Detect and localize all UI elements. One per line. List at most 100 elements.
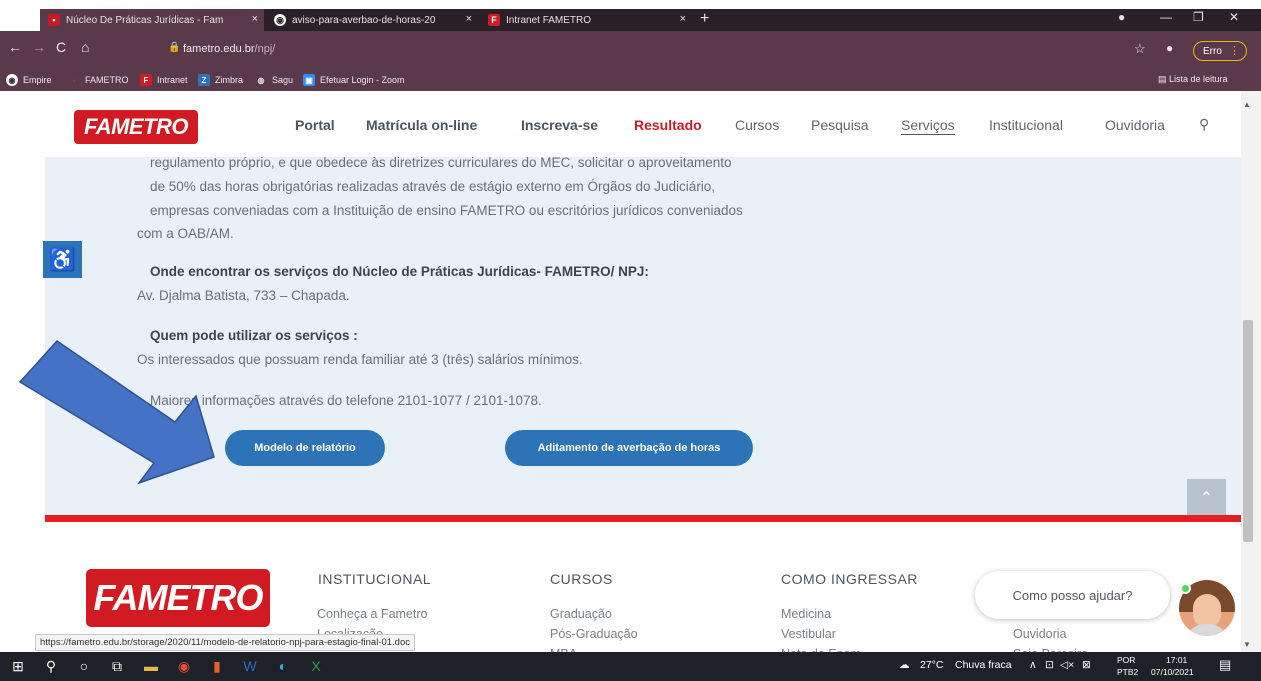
profile-error-badge[interactable]: Erro ⋮	[1193, 41, 1247, 61]
tab-label: Intranet FAMETRO	[506, 14, 592, 26]
weather-condition[interactable]: Chuva fraca	[955, 659, 1012, 671]
address-bar[interactable]: fametro.edu.br/npj/	[183, 43, 275, 55]
clock-time[interactable]: 17:01	[1166, 655, 1187, 665]
nav-inscreva-se[interactable]: Inscreva-se	[521, 117, 598, 133]
tab-close-icon[interactable]: ×	[252, 13, 258, 25]
language-code[interactable]: POR	[1117, 655, 1135, 665]
footer-link[interactable]: Ouvidoria	[1013, 627, 1067, 641]
where-title: Onde encontrar os serviços do Núcleo de …	[150, 261, 649, 282]
minimize-button[interactable]: —	[1160, 10, 1172, 24]
tab-close-icon[interactable]: ×	[466, 13, 472, 25]
keyboard-layout[interactable]: PTB2	[1117, 667, 1138, 677]
tab-npj[interactable]: ▪ Núcleo De Práticas Jurídicas - Fam ×	[40, 9, 264, 31]
report-template-button[interactable]: Modelo de relatório	[225, 430, 385, 466]
nav-institucional[interactable]: Institucional	[989, 117, 1063, 133]
tab-intranet[interactable]: F Intranet FAMETRO ×	[480, 9, 692, 31]
reload-icon[interactable]: C	[56, 39, 66, 55]
chevron-up-icon: ⌃	[1199, 489, 1214, 507]
notifications-icon[interactable]: ▤	[1219, 657, 1231, 673]
windows-start-icon[interactable]: ⊞	[7, 655, 29, 677]
tray-chevron-up-icon[interactable]: ∧	[1029, 659, 1037, 671]
file-explorer-icon[interactable]: ▬	[140, 655, 162, 677]
profile-dropdown-icon[interactable]: ●	[1118, 10, 1125, 24]
home-icon[interactable]: ⌂	[81, 39, 89, 55]
where-title-text: Onde encontrar os serviços do Núcleo de …	[150, 264, 649, 279]
scroll-up-arrow-icon[interactable]: ▲	[1243, 100, 1251, 109]
temperature[interactable]: 27°C	[920, 659, 943, 671]
footer-link[interactable]: Pós-Graduação	[550, 627, 638, 641]
nav-servicos[interactable]: Serviços	[901, 117, 955, 135]
forward-arrow-icon[interactable]: →	[32, 39, 46, 55]
intranet-favicon-icon: F	[140, 74, 152, 86]
word-icon[interactable]: W	[239, 655, 261, 677]
tab-label: Núcleo De Práticas Jurídicas - Fam	[66, 14, 224, 26]
cortana-icon[interactable]: ○	[73, 655, 95, 677]
nav-cursos[interactable]: Cursos	[735, 117, 779, 133]
online-status-dot	[1180, 583, 1191, 594]
avatar-shirt	[1185, 624, 1229, 636]
bookmark-fametro[interactable]: ▪ FAMETRO	[68, 74, 129, 86]
paragraph-line: com a OAB/AM.	[137, 226, 234, 241]
nav-pesquisa[interactable]: Pesquisa	[811, 117, 869, 133]
bookmark-zimbra[interactable]: Z Zimbra	[198, 74, 243, 86]
tab-label: aviso-para-averbao-de-horas-20	[292, 14, 436, 26]
bookmark-zoom[interactable]: ▣ Efetuar Login - Zoom	[303, 74, 405, 86]
bookmark-label: Empire	[23, 75, 52, 85]
footer-logo[interactable]: FAMETRO	[86, 569, 270, 627]
chat-prompt-bubble[interactable]: Como posso ajudar?	[975, 571, 1170, 619]
site-logo[interactable]: FAMETRO	[74, 110, 198, 144]
network-icon[interactable]: ⊡	[1045, 659, 1054, 671]
footer-divider	[45, 515, 1241, 522]
footer-heading-institucional: INSTITUCIONAL	[318, 571, 432, 587]
bookmark-empire[interactable]: ◉ Empire	[6, 74, 52, 86]
ime-icon[interactable]: ⊠	[1082, 659, 1091, 671]
hours-addendum-button[interactable]: Aditamento de averbação de horas	[505, 430, 753, 466]
bookmark-intranet[interactable]: F Intranet	[140, 74, 188, 86]
star-icon[interactable]: ☆	[1134, 41, 1146, 57]
maximize-button[interactable]: ❐	[1193, 10, 1204, 24]
accessibility-icon[interactable]: ♿	[43, 241, 82, 278]
fametro-favicon-icon: ▪	[72, 75, 76, 85]
chrome-icon[interactable]: ◉	[173, 655, 195, 677]
footer-link[interactable]: Conheça a Fametro	[317, 607, 427, 621]
menu-dots-icon: ⋮	[1229, 45, 1240, 57]
search-icon[interactable]: ⚲	[40, 655, 62, 677]
tab-aviso[interactable]: ◉ aviso-para-averbao-de-horas-20 ×	[266, 9, 478, 31]
zimbra-icon: Z	[198, 74, 210, 86]
footer-link[interactable]: Graduação	[550, 607, 612, 621]
volume-icon[interactable]: ◁×	[1060, 659, 1074, 671]
scroll-to-top-button[interactable]: ⌃	[1187, 479, 1226, 516]
close-window-button[interactable]: ✕	[1229, 10, 1239, 24]
weather-icon[interactable]: ☁	[899, 659, 910, 671]
nav-matricula[interactable]: Matrícula on-line	[366, 117, 477, 133]
footer-logo-text: FAMETRO	[93, 577, 264, 618]
search-icon[interactable]: ⚲	[1199, 116, 1209, 133]
excel-icon[interactable]: X	[305, 655, 327, 677]
clock-date[interactable]: 07/10/2021	[1151, 667, 1194, 677]
new-tab-button[interactable]: +	[700, 10, 709, 28]
who-title-text: Quem pode utilizar os serviços :	[150, 328, 358, 343]
nav-ouvidoria[interactable]: Ouvidoria	[1105, 117, 1165, 133]
office-icon[interactable]: ▮	[206, 655, 228, 677]
bookmark-label: FAMETRO	[85, 75, 129, 85]
status-bar-url: https://fametro.edu.br/storage/2020/11/m…	[35, 634, 416, 651]
scroll-down-arrow-icon[interactable]: ▼	[1243, 640, 1251, 649]
nav-resultado[interactable]: Resultado	[634, 117, 702, 133]
bookmark-sagu[interactable]: ◍ Sagu	[255, 74, 294, 86]
edge-icon[interactable]: ◐	[272, 655, 294, 677]
nav-portal[interactable]: Portal	[295, 117, 335, 133]
footer-link[interactable]: Vestibular	[781, 627, 836, 641]
scrollbar-thumb[interactable]	[1243, 320, 1253, 542]
where-text: Av. Djalma Batista, 733 – Chapada.	[137, 288, 350, 303]
task-view-icon[interactable]: ⧉	[106, 655, 128, 677]
reading-list-button[interactable]: ▤ Lista de leitura	[1158, 74, 1228, 85]
lock-icon[interactable]: 🔒	[168, 42, 180, 53]
account-icon[interactable]: ●	[1166, 41, 1173, 55]
sagu-icon: ◍	[257, 75, 265, 85]
back-arrow-icon[interactable]: ←	[8, 39, 22, 55]
avatar-face	[1193, 594, 1221, 628]
paragraph-line: empresas conveniadas com a Instituição d…	[150, 203, 743, 218]
footer-link[interactable]: Medicina	[781, 607, 831, 621]
intranet-favicon-icon: F	[488, 14, 500, 26]
tab-close-icon[interactable]: ×	[680, 13, 686, 25]
